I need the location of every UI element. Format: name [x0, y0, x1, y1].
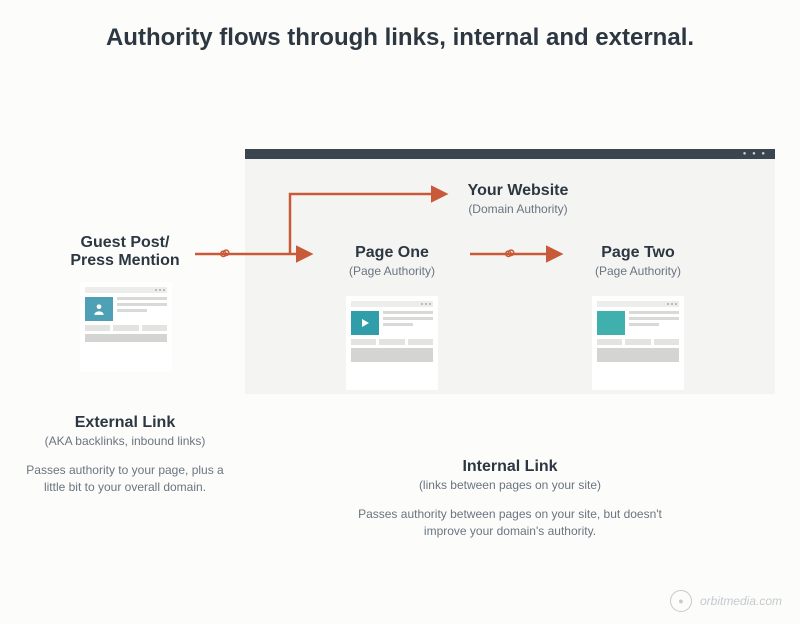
page-one-sub: (Page Authority) — [302, 264, 482, 278]
logo-icon: ● — [670, 590, 692, 612]
source-card — [80, 282, 172, 372]
diagram-canvas: ⚭ ⚭ Guest Post/ Press Mention Your Websi… — [0, 104, 800, 564]
page-one-card — [346, 296, 438, 390]
blank-icon — [597, 311, 625, 335]
page-one-title: Page One — [302, 244, 482, 262]
external-desc: Passes authority to your page, plus a li… — [25, 462, 225, 496]
external-sub: (AKA backlinks, inbound links) — [25, 434, 225, 448]
internal-desc: Passes authority between pages on your s… — [340, 506, 680, 540]
footer-text: orbitmedia.com — [700, 594, 782, 608]
page-one-node: Page One (Page Authority) — [302, 244, 482, 278]
source-title: Guest Post/ Press Mention — [35, 234, 215, 269]
website-node: Your Website (Domain Authority) — [428, 182, 608, 216]
website-sub: (Domain Authority) — [428, 202, 608, 216]
link-chain-icon: ⚭ — [213, 239, 237, 268]
internal-title: Internal Link — [340, 458, 680, 476]
footer-attribution: ● orbitmedia.com — [670, 590, 782, 612]
page-two-sub: (Page Authority) — [548, 264, 728, 278]
page-two-card — [592, 296, 684, 390]
internal-sub: (links between pages on your site) — [340, 478, 680, 492]
source-node: Guest Post/ Press Mention — [35, 234, 215, 269]
person-icon — [85, 297, 113, 321]
page-two-title: Page Two — [548, 244, 728, 262]
play-icon — [351, 311, 379, 335]
page-two-node: Page Two (Page Authority) — [548, 244, 728, 278]
external-title: External Link — [25, 414, 225, 432]
external-link-section: External Link (AKA backlinks, inbound li… — [25, 414, 225, 496]
internal-link-section: Internal Link (links between pages on yo… — [340, 458, 680, 540]
website-title: Your Website — [428, 182, 608, 200]
diagram-title: Authority flows through links, internal … — [0, 24, 800, 52]
